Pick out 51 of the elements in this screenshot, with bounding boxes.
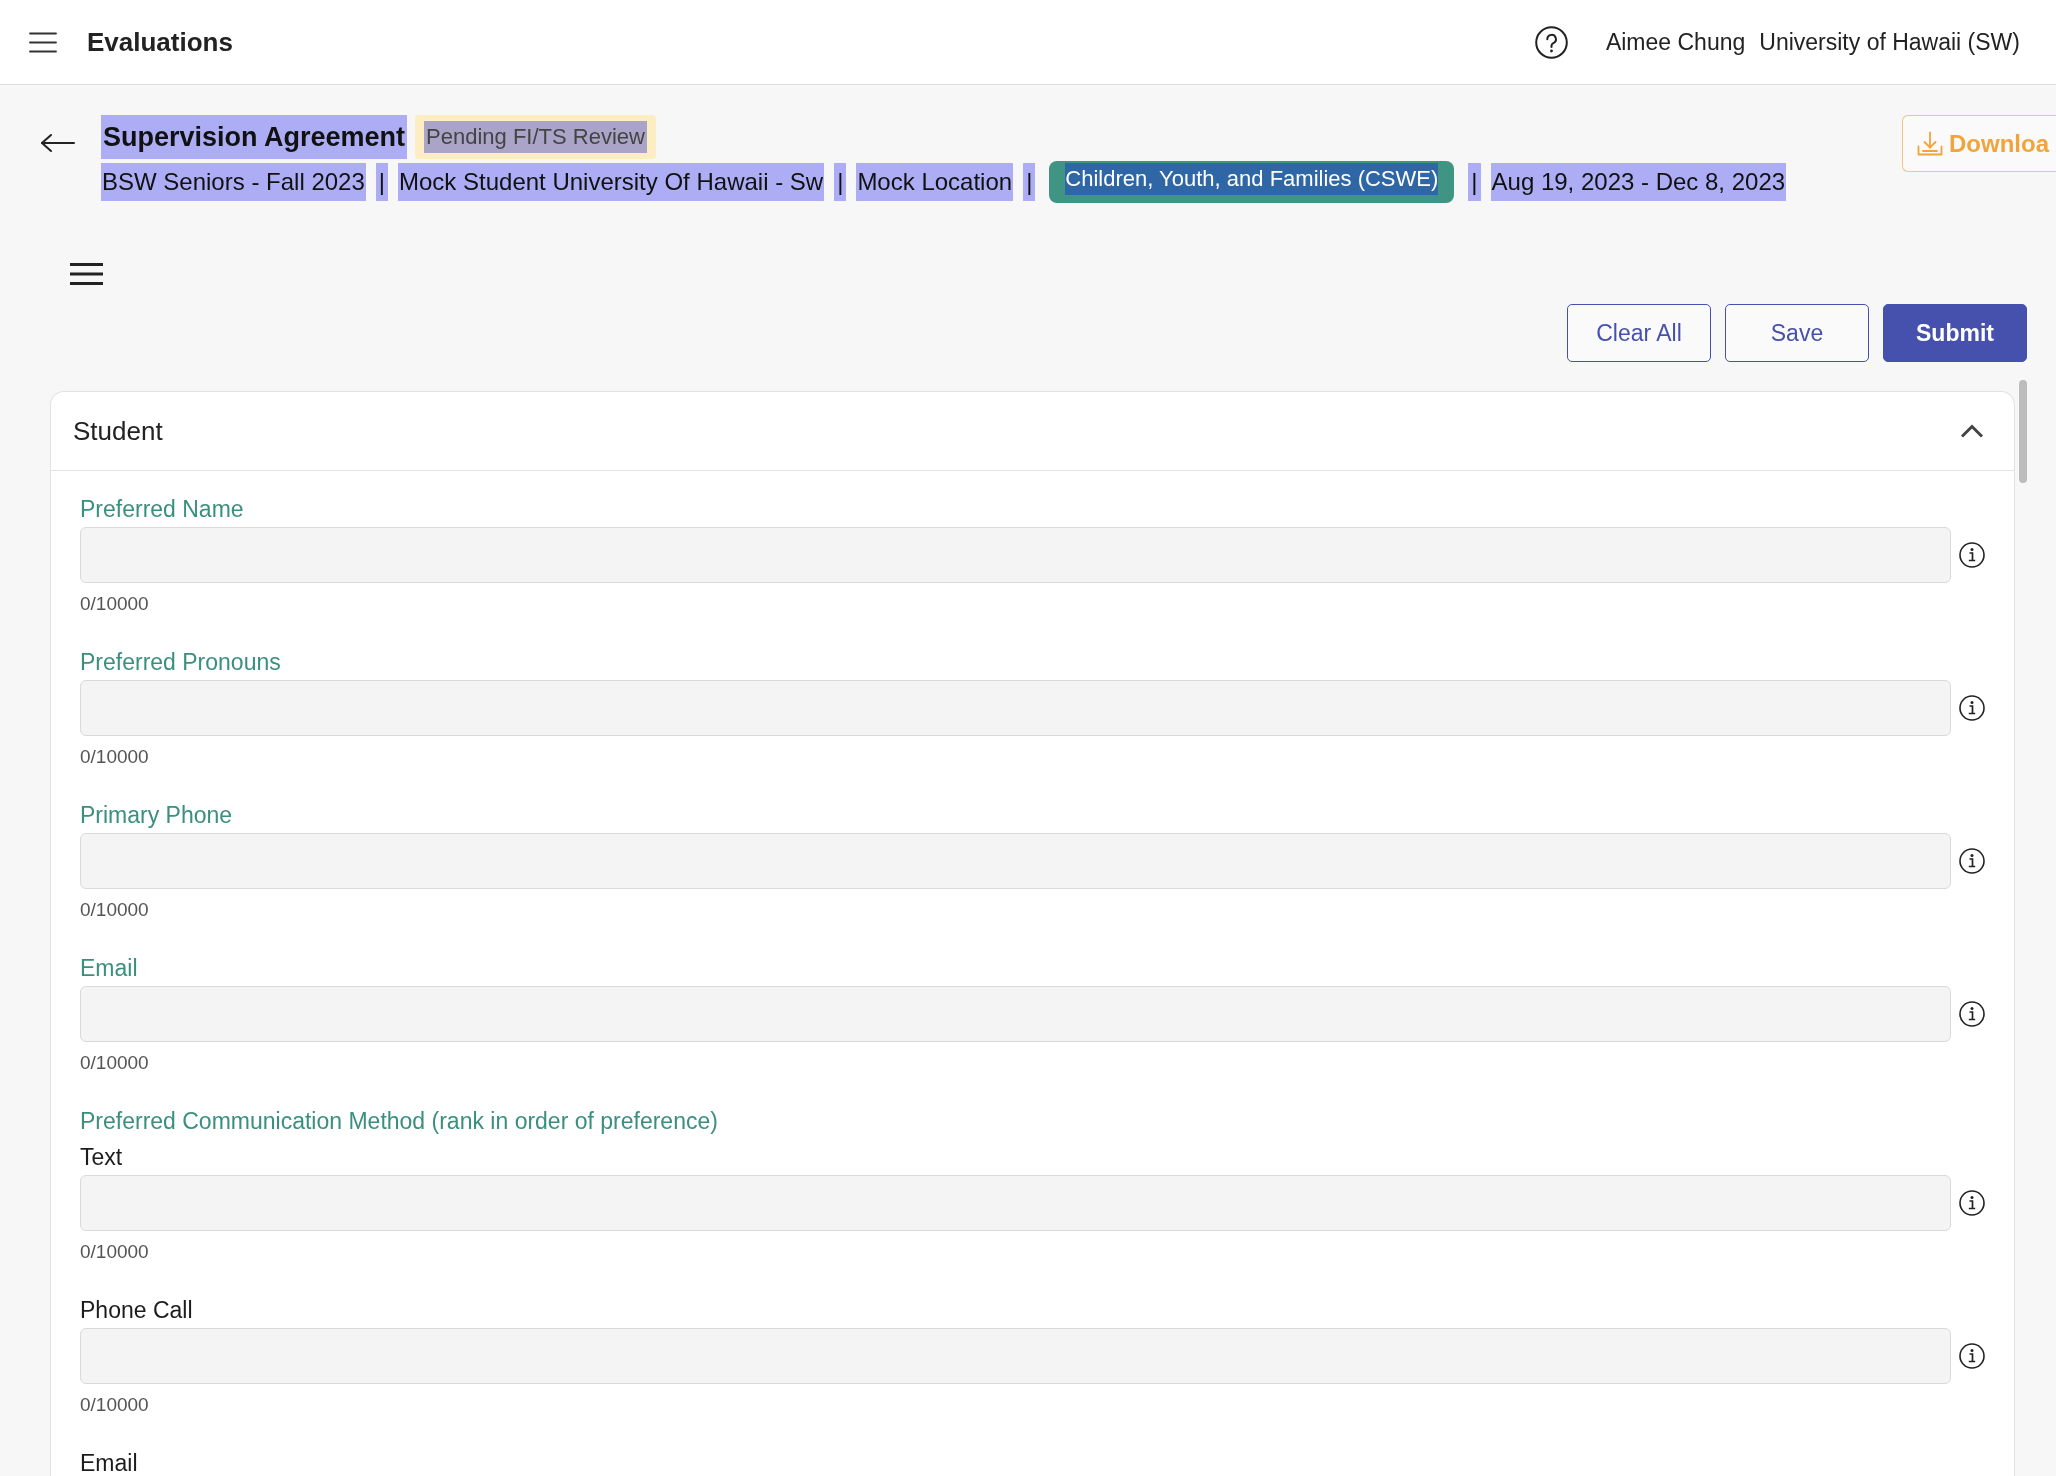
field-label: Primary Phone bbox=[80, 801, 234, 829]
meta-text: Mock Location bbox=[856, 163, 1014, 201]
text-input-field[interactable] bbox=[80, 833, 1951, 889]
chevron-up-icon[interactable] bbox=[1960, 424, 1984, 438]
menu-icon[interactable] bbox=[70, 263, 103, 285]
action-button[interactable]: Save bbox=[1725, 304, 1869, 362]
info-icon[interactable] bbox=[1959, 542, 1985, 568]
info-icon[interactable] bbox=[1959, 1343, 1985, 1369]
scrollbar-thumb[interactable] bbox=[2019, 380, 2027, 483]
field-label: Phone Call bbox=[80, 1296, 194, 1324]
user-name: Aimee Chung bbox=[1605, 28, 1746, 56]
action-button[interactable]: Clear All bbox=[1567, 304, 1711, 362]
character-counter: 0/10000 bbox=[80, 898, 150, 922]
group-heading: Preferred Communication Method (rank in order of preference) bbox=[80, 1107, 719, 1135]
meta-text: Mock Student University Of Hawaii - Sw bbox=[398, 163, 825, 201]
download-icon bbox=[1917, 130, 1943, 157]
field-label: Preferred Name bbox=[80, 495, 245, 523]
text-input-field[interactable] bbox=[80, 1175, 1951, 1231]
info-icon[interactable] bbox=[1959, 695, 1985, 721]
text-input-field[interactable] bbox=[80, 527, 1951, 583]
section-title: Student bbox=[73, 415, 163, 447]
field-label: Email bbox=[80, 1449, 139, 1476]
field-label: Text bbox=[80, 1143, 124, 1171]
text-input-field[interactable] bbox=[80, 680, 1951, 736]
status-text: Pending FI/TS Review bbox=[424, 121, 647, 153]
tag-text: Children, Youth, and Families (CSWE) bbox=[1065, 163, 1439, 195]
page-title: Supervision Agreement bbox=[101, 115, 408, 159]
separator-text: | bbox=[1468, 163, 1481, 201]
separator-text: | bbox=[1023, 163, 1036, 201]
text-input-field[interactable] bbox=[80, 986, 1951, 1042]
back-arrow-icon[interactable] bbox=[40, 133, 75, 153]
character-counter: 0/10000 bbox=[80, 1051, 150, 1075]
info-icon[interactable] bbox=[1959, 848, 1985, 874]
submit-button[interactable]: Submit bbox=[1883, 304, 2027, 362]
info-icon[interactable] bbox=[1959, 1001, 1985, 1027]
organization-name: University of Hawaii (SW) bbox=[1759, 28, 2020, 56]
text-input-field[interactable] bbox=[80, 1328, 1951, 1384]
help-icon[interactable] bbox=[1534, 25, 1568, 59]
meta-text: Aug 19, 2023 - Dec 8, 2023 bbox=[1490, 163, 1787, 201]
separator-text: | bbox=[834, 163, 847, 201]
character-counter: 0/10000 bbox=[80, 1240, 150, 1264]
character-counter: 0/10000 bbox=[80, 745, 150, 769]
character-counter: 0/10000 bbox=[80, 592, 150, 616]
menu-icon[interactable] bbox=[29, 31, 57, 53]
meta-text: BSW Seniors - Fall 2023 bbox=[101, 163, 366, 201]
app-title: Evaluations bbox=[87, 26, 233, 58]
field-label: Preferred Pronouns bbox=[80, 648, 282, 676]
character-counter: 0/10000 bbox=[80, 1393, 150, 1417]
separator-text: | bbox=[375, 163, 388, 201]
info-icon[interactable] bbox=[1959, 1190, 1985, 1216]
field-label: Email bbox=[80, 954, 139, 982]
